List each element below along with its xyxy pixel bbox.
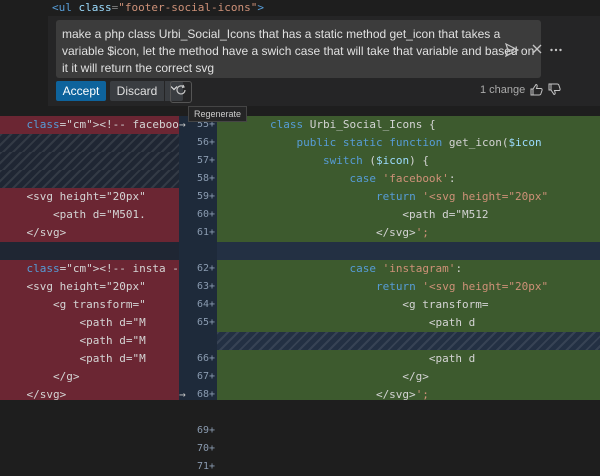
line-number: 63+ xyxy=(196,281,215,292)
modified-line: public static function get_icon($icon xyxy=(217,134,600,152)
diff-editor: class="cm"><!-- facebook --> <svg height… xyxy=(0,116,600,472)
line-number: 71+ xyxy=(196,461,215,472)
code-line: <ul class="footer-social-icons"> xyxy=(52,0,264,16)
line-number: 65+ xyxy=(196,317,215,328)
accept-button[interactable]: Accept xyxy=(56,81,106,101)
send-icon[interactable] xyxy=(504,42,520,59)
modified-line: switch ($icon) { xyxy=(217,152,600,170)
modified-line: return '<svg height="20px" xyxy=(217,188,600,206)
original-line: <path d="M xyxy=(0,350,179,368)
line-number: 70+ xyxy=(196,443,215,454)
regenerate-tooltip: Regenerate xyxy=(188,106,248,122)
modified-line: case 'instagram': xyxy=(217,260,600,278)
original-pane: class="cm"><!-- facebook --> <svg height… xyxy=(0,116,179,400)
modified-line: <path d="M512 xyxy=(217,206,600,224)
thumbs-up-icon[interactable] xyxy=(528,83,544,99)
discard-button[interactable]: Discard xyxy=(110,81,164,101)
prompt-text: make a php class Urbi_Social_Icons that … xyxy=(62,27,535,75)
refresh-icon xyxy=(176,84,186,95)
changes-count: 1 change xyxy=(480,84,526,96)
modified-line: </svg>'; xyxy=(217,386,600,400)
editor-top-line: <ul class="footer-social-icons"> xyxy=(0,0,600,16)
original-line: <path d="M xyxy=(0,332,179,350)
modified-line: </svg>'; xyxy=(217,224,600,242)
line-number: 64+ xyxy=(196,299,215,310)
original-line: class="cm"><!-- insta --> xyxy=(0,260,179,278)
line-number xyxy=(179,242,217,260)
more-icon[interactable] xyxy=(548,43,564,59)
original-line: <path d="M501. xyxy=(0,206,179,224)
original-line: </svg> xyxy=(0,224,179,242)
line-number-gutter: 55+ 56+ 57+ 58+ 59+ 60+ 61+ 62+ 63+ 64+ 65+ 66+ 67+ 6… xyxy=(179,116,217,472)
original-line: <path d="M xyxy=(0,314,179,332)
line-number xyxy=(179,404,217,422)
modified-line: <g transform= xyxy=(217,296,600,314)
line-number: 69+ xyxy=(196,425,215,436)
modified-line: <path d xyxy=(217,314,600,332)
modified-line: case 'facebook': xyxy=(217,170,600,188)
line-number: 59+ xyxy=(196,191,215,202)
prompt-input[interactable]: make a php class Urbi_Social_Icons that … xyxy=(56,20,541,78)
modified-pane: class Urbi_Social_Icons { public static … xyxy=(217,116,600,400)
original-line: class="cm"><!-- facebook --> xyxy=(0,116,179,134)
line-number: 56+ xyxy=(196,137,215,148)
close-icon[interactable] xyxy=(529,43,545,59)
original-line: <g transform=" xyxy=(0,296,179,314)
modified-line: </g> xyxy=(217,368,600,386)
modified-line: class Urbi_Social_Icons { xyxy=(217,116,600,134)
modified-line: return '<svg height="20px" xyxy=(217,278,600,296)
modified-line: <path d xyxy=(217,350,600,368)
original-line xyxy=(0,134,179,152)
line-number xyxy=(179,332,217,350)
line-number: 66+ xyxy=(196,353,215,364)
line-number: 61+ xyxy=(196,227,215,238)
attr-value: "footer-social-icons" xyxy=(118,1,258,14)
modified-line xyxy=(217,242,600,260)
line-number: 62+ xyxy=(196,263,215,274)
thumbs-down-icon[interactable] xyxy=(546,83,562,99)
regenerate-button[interactable] xyxy=(170,81,192,103)
original-line: </g> xyxy=(0,368,179,386)
original-line: <svg height="20px" xyxy=(0,278,179,296)
tag-open: <ul xyxy=(52,1,79,14)
original-line xyxy=(0,152,179,170)
original-line xyxy=(0,170,179,188)
revert-arrow-icon[interactable]: → xyxy=(179,386,189,404)
modified-line xyxy=(217,332,600,350)
original-line: <svg height="20px" xyxy=(0,188,179,206)
original-line: </svg> xyxy=(0,386,179,400)
line-number: 57+ xyxy=(196,155,215,166)
inline-chat-panel: make a php class Urbi_Social_Icons that … xyxy=(48,16,600,106)
line-number: 58+ xyxy=(196,173,215,184)
line-number: 60+ xyxy=(196,209,215,220)
line-number: 67+ xyxy=(196,371,215,382)
original-line xyxy=(0,242,179,260)
tag-close: > xyxy=(257,1,264,14)
attr-name: class xyxy=(78,1,112,14)
